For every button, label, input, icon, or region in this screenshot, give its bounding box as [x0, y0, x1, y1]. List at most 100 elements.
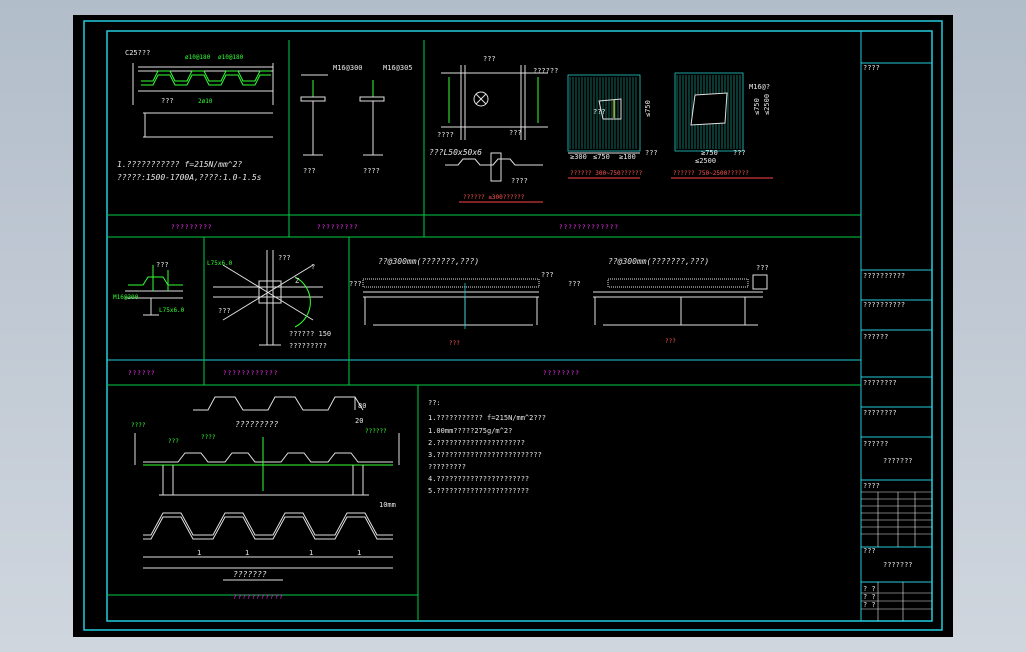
open-tag-3: ???	[733, 149, 746, 157]
spec-line-1: 1.??????????? f=215N/mm^2?	[117, 160, 242, 169]
note-4: ?????????	[428, 463, 466, 471]
medium-opening-caption: ?????? 300~750??????	[570, 170, 643, 177]
panel-title-0: ?????????	[171, 224, 213, 231]
span2-top-label: ??@300mm(???????,???)	[608, 257, 709, 266]
dim-right-1: ≤2500	[695, 157, 716, 165]
tb-text-5: ????????	[863, 409, 897, 417]
span-detail-1: ??@300mm(???????,???) ??? ??? ???	[349, 257, 554, 347]
span1-right-label: ???	[541, 271, 554, 279]
dim-right-v2: ≤2500	[763, 94, 771, 115]
bar-label-1: ø10@180	[185, 54, 211, 61]
edge-label-1: M16@300	[113, 294, 139, 301]
span-detail-2: ??@300mm(???????,???) ??? ??? ???	[568, 257, 769, 345]
joint-label-4: ???	[218, 307, 231, 315]
tb-text-10: ???????	[883, 561, 913, 569]
tb-text-13: ? ?	[863, 601, 876, 609]
dim-right-v: ≤750	[753, 98, 761, 115]
edge-label-0: ???	[156, 261, 169, 269]
panel-title2-1: ????????????	[223, 370, 278, 377]
tb-text-6: ??????	[863, 440, 888, 448]
joint-label-3: Z	[295, 277, 299, 285]
dim-tag: 10mm	[379, 501, 396, 509]
profile-height: 80	[358, 402, 366, 410]
panel-title3: ???????????	[233, 594, 284, 601]
bar-label-2: ø10@180	[218, 54, 244, 61]
note-0: 1.??????????? f=215N/mm^2???	[428, 414, 546, 422]
tb-text-11: ? ?	[863, 585, 876, 593]
panel-title2-2: ????????	[543, 370, 580, 377]
note-2: 2.?????????????????????	[428, 439, 525, 447]
opening-label-3: ???	[509, 129, 522, 137]
open-tag-0: ???	[593, 108, 606, 116]
tb-text-4: ????????	[863, 379, 897, 387]
note-6: 5.??????????????????????	[428, 487, 529, 495]
small-opening-detail: ??? ?????? ???? ??? ???L50x50x6 ???? ???…	[429, 55, 558, 203]
dim-left-0: ≥300	[570, 153, 587, 161]
general-notes: ??: 1.??????????? f=215N/mm^2??? 1.00mm?…	[428, 399, 546, 495]
span1-left-label: ???	[349, 280, 362, 288]
stud-label-1: M16@300	[333, 64, 363, 72]
cad-drawing: ???? ?????????? ?????????? ?????? ??????…	[83, 20, 943, 631]
large-opening-caption: ?????? 750~2500??????	[673, 170, 749, 177]
stud-caption-1: ???	[303, 167, 316, 175]
bottom-caption: ???????	[233, 570, 267, 579]
opening-label-5: ????	[511, 177, 528, 185]
sec-tag-right: ??????	[365, 428, 387, 435]
small-opening-caption: ?????? ≤300??????	[463, 194, 525, 201]
opening-label-0: ???	[483, 55, 496, 63]
slab-note-2: 2ø10	[198, 98, 213, 105]
span2-caption: ???	[665, 338, 676, 345]
span1-caption: ???	[449, 340, 460, 347]
joint-label-0: L75x6.0	[207, 260, 233, 267]
inner-frame	[106, 30, 933, 622]
slab-label: C25???	[125, 49, 150, 57]
tb-text-3: ??????	[863, 333, 888, 341]
notes-title: ??:	[428, 399, 441, 407]
note-3: 3.?????????????????????????	[428, 451, 542, 459]
span2-right-label: ???	[756, 264, 769, 272]
tb-text-2: ??????????	[863, 301, 905, 309]
dim-bottom-2: 1	[309, 549, 313, 557]
note-1: 1.00mm?????275g/m^2?	[428, 427, 512, 435]
note-5: 4.??????????????????????	[428, 475, 529, 483]
slab-note-1: ???	[161, 97, 174, 105]
edge-detail: ??? M16@300 L75x6.0	[113, 261, 185, 316]
tb-text-0: ????	[863, 64, 880, 72]
profile-caption: ?????????	[235, 420, 279, 429]
dim-right-0: ≥750	[701, 149, 718, 157]
panel-title-1: ?????????	[317, 224, 359, 231]
joint-label-1: ???	[278, 254, 291, 262]
dim-bottom-1: 1	[245, 549, 249, 557]
dim-bottom-0: 1	[197, 549, 201, 557]
sec-tag-0: ????	[131, 422, 146, 429]
tb-text-9: ???	[863, 547, 876, 555]
opening-label-4: ???L50x50x6	[429, 148, 482, 157]
tb-text-7: ???????	[883, 457, 913, 465]
span1-top-label: ??@300mm(???????,???)	[378, 257, 479, 266]
medium-opening-detail: ??? ??? ≤750 ≥300 ≤750 ≥100 ?????? 300~7…	[567, 74, 658, 179]
joint-label-2: ?	[311, 263, 315, 271]
slab-section-detail: C25??? ø10@180 ø10@180 ??? 2ø10 1.??????…	[117, 49, 274, 182]
sec-tag-2: ????	[201, 434, 216, 441]
span2-left-label: ???	[568, 280, 581, 288]
dim-left-1: ≤750	[593, 153, 610, 161]
panel-title-2: ?????????????	[559, 224, 619, 231]
tb-text-8: ????	[863, 482, 880, 490]
stud-label-2: M16@305	[383, 64, 413, 72]
joint-label-6: ?????????	[289, 342, 327, 350]
edge-label-2: L75x6.0	[159, 307, 185, 314]
sec-tag-1: ???	[168, 438, 179, 445]
opening-label-1: ??????	[533, 67, 558, 75]
stud-caption-2: ????	[363, 167, 380, 175]
profile-width: 20	[355, 417, 363, 425]
tb-text-12: ? ?	[863, 593, 876, 601]
dim-left-2: ≥100	[619, 153, 636, 161]
tb-text-1: ??????????	[863, 272, 905, 280]
open-tag-2: M16@?	[749, 83, 770, 91]
dim-bottom-3: 1	[357, 549, 361, 557]
joint-label-5: ?????? 150	[289, 330, 331, 338]
title-block: ???? ?????????? ?????????? ?????? ??????…	[861, 62, 932, 621]
joint-detail: L75x6.0 ??? ? Z ??? ?????? 150 ?????????	[207, 250, 331, 350]
dim-left-v: ≤750	[644, 100, 652, 117]
panel-title2-0: ??????	[128, 370, 156, 377]
